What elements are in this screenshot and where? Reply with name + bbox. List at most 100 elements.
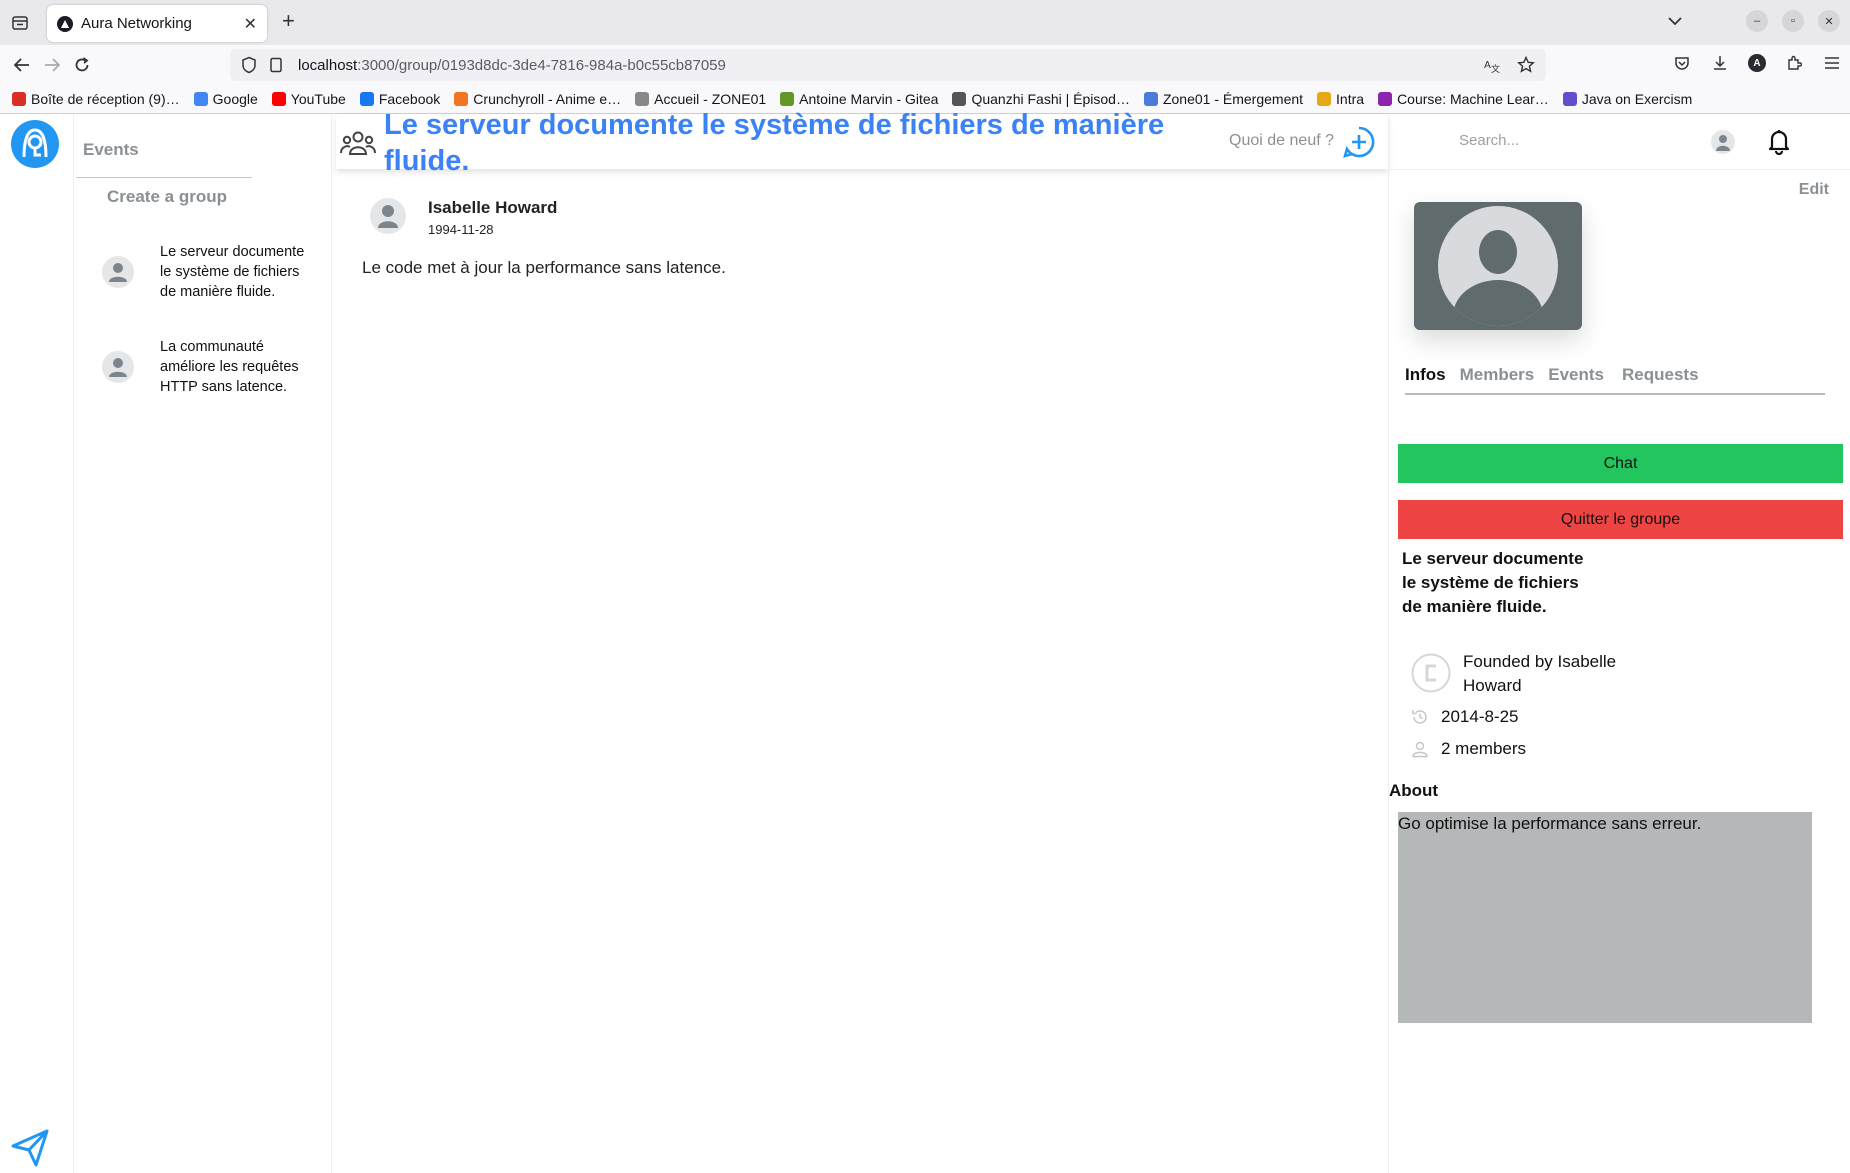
bookmark-item[interactable]: Antoine Marvin - Gitea: [780, 91, 938, 107]
account-avatar[interactable]: A: [1748, 54, 1766, 72]
toolbar-icons: A: [1672, 53, 1842, 73]
bookmark-label: Accueil - ZONE01: [654, 91, 767, 107]
bookmark-item[interactable]: Facebook: [359, 91, 440, 107]
bookmark-label: Zone01 - Émergement: [1162, 91, 1304, 107]
reload-icon[interactable]: [70, 53, 94, 77]
bookmark-label: Boîte de réception (9)…: [31, 91, 180, 107]
bookmark-item[interactable]: Zone01 - Émergement: [1143, 91, 1304, 107]
bookmark-item[interactable]: Quanzhi Fashi | Épisod…: [952, 91, 1130, 107]
close-window-icon[interactable]: ✕: [1818, 10, 1840, 32]
minimize-icon[interactable]: –: [1746, 10, 1768, 32]
bookmark-item[interactable]: YouTube: [271, 91, 346, 107]
page-info-icon[interactable]: [268, 57, 284, 73]
browser-tab[interactable]: Aura Networking ✕: [47, 5, 267, 42]
menu-icon[interactable]: [1822, 53, 1842, 73]
moodle-icon: [1378, 92, 1393, 106]
add-post-icon[interactable]: [1342, 125, 1376, 159]
bookmark-label: Java on Exercism: [1581, 91, 1693, 107]
whats-new-link[interactable]: Quoi de neuf ?: [1229, 132, 1334, 150]
search-input[interactable]: Search...: [1459, 132, 1519, 149]
app-root: Events Create a group Le serveur documen…: [0, 109, 1850, 1173]
code-icon: [1317, 92, 1332, 106]
groups-sidebar: Events Create a group Le serveur documen…: [74, 115, 332, 1173]
post-author-avatar[interactable]: [370, 198, 406, 234]
bookmark-item[interactable]: Accueil - ZONE01: [635, 91, 766, 107]
new-tab-icon[interactable]: +: [282, 10, 295, 32]
tab-infos[interactable]: Infos: [1405, 365, 1446, 393]
pocket-icon[interactable]: [1672, 53, 1692, 73]
back-icon[interactable]: [10, 53, 34, 77]
zone01-icon: [635, 92, 650, 106]
group-name: Le serveur documente le système de fichi…: [160, 244, 305, 300]
tab-requests[interactable]: Requests: [1622, 365, 1699, 393]
translate-icon[interactable]: A文: [1482, 55, 1502, 75]
bookmark-item[interactable]: Intra: [1317, 91, 1364, 107]
tab-overflow-chevron-icon[interactable]: [1668, 13, 1682, 29]
members-count: 2 members: [1441, 739, 1527, 758]
group-list-item[interactable]: Le serveur documente le système de fichi…: [102, 242, 322, 302]
tab-members[interactable]: Members: [1460, 365, 1535, 393]
group-avatar: [102, 351, 134, 383]
forward-icon[interactable]: [40, 53, 64, 77]
create-group-button[interactable]: Create a group: [107, 187, 227, 207]
extensions-icon[interactable]: [1784, 53, 1804, 73]
edit-button[interactable]: Edit: [1799, 181, 1829, 199]
send-icon[interactable]: [10, 1128, 50, 1168]
bookmark-label: Google: [212, 91, 258, 107]
group-name: La communauté améliore les requêtes HTTP…: [160, 339, 299, 395]
created-date: 2014-8-25: [1441, 707, 1519, 726]
bookmark-item[interactable]: Course: Machine Lear…: [1378, 91, 1549, 107]
svg-text:A: A: [1484, 60, 1491, 71]
user-avatar[interactable]: [1711, 130, 1735, 154]
group-image: [1414, 202, 1582, 330]
bookmark-label: Course: Machine Lear…: [1397, 91, 1549, 107]
about-heading: About: [1389, 781, 1439, 800]
bookmark-label: Antoine Marvin - Gitea: [799, 91, 939, 107]
restore-icon[interactable]: ▫: [1782, 10, 1804, 32]
exercism-icon: [1562, 92, 1577, 106]
user-icon: [1412, 741, 1428, 758]
quit-group-button[interactable]: Quitter le groupe: [1398, 500, 1843, 539]
sidebar-events-link[interactable]: Events: [83, 140, 139, 160]
gitea-icon: [780, 92, 795, 106]
page-title: Le serveur documente le système de fichi…: [384, 109, 1165, 177]
aura-logo-icon[interactable]: [10, 119, 60, 169]
founder-icon: [1411, 653, 1451, 693]
tab-close-icon[interactable]: ✕: [244, 14, 257, 34]
browser-tab-bar: Aura Networking ✕ + – ▫ ✕: [0, 0, 1850, 45]
group-list-item[interactable]: La communauté améliore les requêtes HTTP…: [102, 337, 322, 397]
notification-bell-icon[interactable]: [1765, 127, 1793, 155]
bookmark-star-icon[interactable]: [1516, 55, 1536, 75]
url-text: localhost:3000/group/0193d8dc-3de4-7816-…: [298, 56, 726, 74]
icon-rail: [0, 115, 74, 1173]
bookmark-label: YouTube: [290, 91, 346, 107]
post-body: Le code met à jour la performance sans l…: [362, 258, 726, 277]
tracking-shield-icon[interactable]: [240, 56, 258, 74]
tab-list-icon[interactable]: [8, 11, 32, 35]
founder-row: Founded by Isabelle Howard: [1411, 650, 1651, 698]
founded-by-text: Founded by Isabelle Howard: [1463, 652, 1617, 695]
chat-button[interactable]: Chat: [1398, 444, 1843, 483]
group-info-panel: Search... Edit Infos Members Events Requ…: [1388, 115, 1850, 1173]
bookmark-label: Crunchyroll - Anime e…: [473, 91, 622, 107]
group-icon: [340, 131, 376, 155]
bookmark-item[interactable]: Google: [193, 91, 258, 107]
members-row: 2 members: [1411, 737, 1526, 761]
post-date: 1994-11-28: [428, 222, 494, 237]
bookmark-item[interactable]: Crunchyroll - Anime e…: [454, 91, 621, 107]
post-author[interactable]: Isabelle Howard: [428, 198, 557, 218]
downloads-icon[interactable]: [1710, 53, 1730, 73]
history-icon: [1412, 710, 1427, 724]
bookmark-label: Intra: [1336, 91, 1365, 107]
group-avatar: [102, 256, 134, 288]
tab-events[interactable]: Events: [1548, 365, 1604, 393]
bookmark-item[interactable]: Java on Exercism: [1562, 91, 1693, 107]
url-bar[interactable]: localhost:3000/group/0193d8dc-3de4-7816-…: [230, 49, 1546, 81]
svg-text:文: 文: [1491, 63, 1500, 73]
bookmark-item[interactable]: Boîte de réception (9)…: [12, 91, 180, 107]
globe-icon: [952, 92, 967, 106]
zone01-icon: [1143, 92, 1158, 106]
gmail-icon: [12, 92, 26, 106]
google-icon: [193, 92, 208, 106]
group-placeholder-avatar-icon: [1438, 206, 1558, 326]
